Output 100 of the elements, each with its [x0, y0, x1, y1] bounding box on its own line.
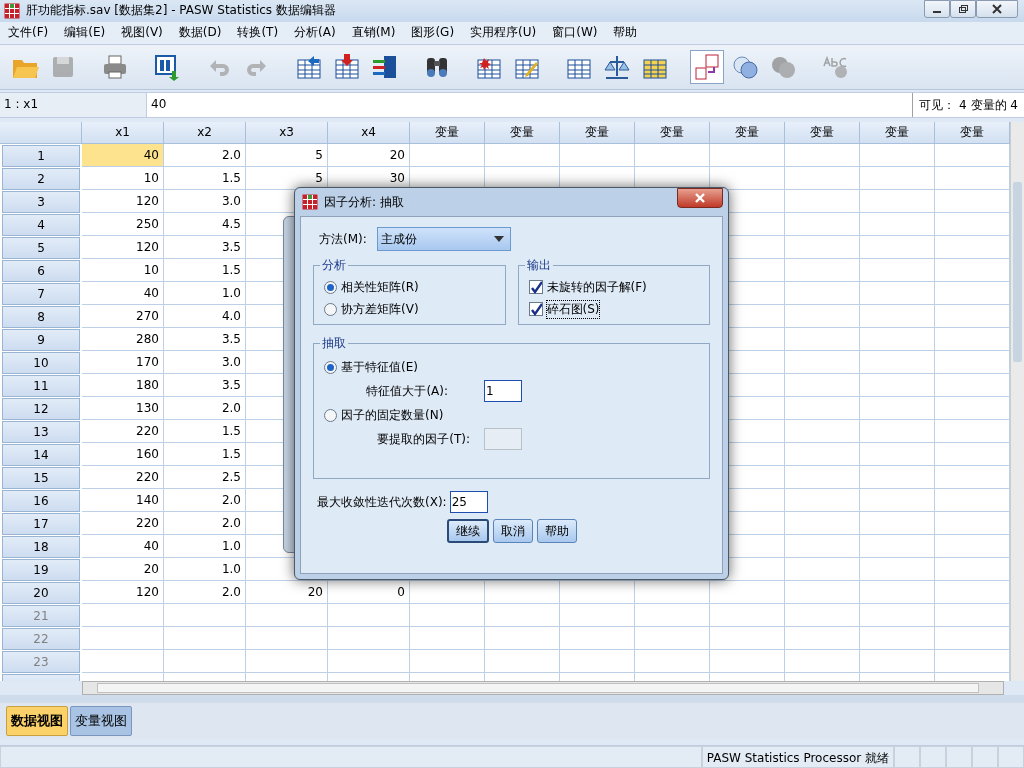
- restore-button[interactable]: [950, 0, 976, 18]
- row-header[interactable]: 15: [2, 466, 80, 489]
- column-header[interactable]: x3: [246, 121, 328, 144]
- table-cell: 3.5: [164, 327, 246, 351]
- minimize-icon: [933, 11, 941, 13]
- input-field[interactable]: 25: [449, 491, 488, 513]
- table-cell: 3.5: [164, 373, 246, 397]
- vertical-scrollbar[interactable]: [1010, 121, 1024, 682]
- row-header[interactable]: 16: [2, 489, 80, 512]
- table-cell: 160: [82, 442, 164, 466]
- row-header[interactable]: 1: [2, 144, 80, 167]
- app-grid-icon: [4, 2, 20, 19]
- row-header[interactable]: 11: [2, 374, 80, 397]
- column-header[interactable]: 变量: [635, 121, 710, 144]
- menu-item[interactable]: 文件(F): [0, 24, 57, 42]
- app-grid-icon: [302, 194, 318, 210]
- table-cell: 170: [82, 350, 164, 374]
- radio-button[interactable]: [324, 408, 337, 422]
- row-header[interactable]: 8: [2, 305, 80, 328]
- radio-label: 基于特征值(E): [341, 358, 418, 376]
- checkbox[interactable]: [528, 302, 543, 316]
- table-cell: 180: [82, 373, 164, 397]
- grid-down-arrow-icon: [332, 51, 362, 82]
- close-button[interactable]: [677, 188, 723, 208]
- checkbox[interactable]: [528, 280, 543, 294]
- table-cell: 3.0: [164, 350, 246, 374]
- row-header[interactable]: 10: [2, 351, 80, 374]
- table-cell: 2.5: [164, 465, 246, 489]
- table-cell: 5: [246, 143, 328, 167]
- row-header[interactable]: 18: [2, 535, 80, 558]
- table-cell: 1.5: [164, 442, 246, 466]
- column-header[interactable]: x2: [164, 121, 246, 144]
- menu-item[interactable]: 编辑(E): [56, 24, 114, 42]
- row-header[interactable]: 2: [2, 167, 80, 190]
- column-header[interactable]: 变量: [485, 121, 560, 144]
- menu-item[interactable]: 视图(V): [113, 24, 171, 42]
- close-icon: [992, 4, 1002, 14]
- menu-item[interactable]: 图形(G): [403, 24, 463, 42]
- menu-item[interactable]: 转换(T): [229, 24, 287, 42]
- radio-button[interactable]: [324, 360, 337, 374]
- column-header[interactable]: 变量: [785, 121, 860, 144]
- minimize-button[interactable]: [924, 0, 950, 18]
- column-header[interactable]: 变量: [935, 121, 1010, 144]
- row-header[interactable]: 12: [2, 397, 80, 420]
- row-header[interactable]: 5: [2, 236, 80, 259]
- horizontal-scrollbar[interactable]: [82, 681, 1004, 696]
- dialog-button[interactable]: 继续: [446, 519, 489, 543]
- column-header[interactable]: 变量: [710, 121, 785, 144]
- menu-item[interactable]: 分析(A): [286, 24, 344, 42]
- menu-item[interactable]: 数据(D): [170, 24, 230, 42]
- column-header[interactable]: 变量: [410, 121, 485, 144]
- dialog-button[interactable]: 取消: [492, 519, 533, 543]
- cell-reference: 1 : x1: [0, 92, 147, 117]
- column-header[interactable]: 变量: [860, 121, 935, 144]
- close-icon: [694, 193, 706, 203]
- menu-item[interactable]: 窗口(W): [544, 24, 606, 42]
- table-cell: 2.0: [164, 580, 246, 604]
- table-cell: 1.0: [164, 557, 246, 581]
- view-tab[interactable]: 数据视图: [6, 706, 68, 737]
- row-header[interactable]: 3: [2, 190, 80, 213]
- table-cell: 20: [328, 143, 410, 167]
- table-cell: 220: [82, 419, 164, 443]
- row-header[interactable]: 7: [2, 282, 80, 305]
- dialog-button[interactable]: 帮助: [536, 519, 577, 543]
- menu-item[interactable]: 实用程序(U): [462, 24, 545, 42]
- table-cell: 220: [82, 465, 164, 489]
- table-cell: 2.0: [164, 488, 246, 512]
- row-header[interactable]: 19: [2, 558, 80, 581]
- close-button[interactable]: [976, 0, 1018, 18]
- table-cell: 280: [82, 327, 164, 351]
- column-header[interactable]: x4: [328, 121, 410, 144]
- menu-item[interactable]: 帮助: [605, 24, 646, 42]
- row-header[interactable]: 14: [2, 443, 80, 466]
- visible-variables-count: 可见： 4 变量的 4: [912, 92, 1024, 117]
- table-cell: 120: [82, 189, 164, 213]
- row-header[interactable]: 4: [2, 213, 80, 236]
- view-tab[interactable]: 变量视图: [70, 706, 132, 737]
- caret-icon: [493, 236, 504, 242]
- input-field[interactable]: 1: [484, 380, 522, 402]
- column-header[interactable]: 变量: [560, 121, 635, 144]
- row-header[interactable]: 9: [2, 328, 80, 351]
- restore-icon: [958, 4, 968, 14]
- row-header[interactable]: 20: [2, 581, 80, 604]
- menu-item[interactable]: 直销(M): [343, 24, 404, 42]
- column-header[interactable]: x1: [82, 121, 164, 144]
- table-cell: 120: [82, 580, 164, 604]
- radio-label: 相关性矩阵(R): [341, 278, 419, 296]
- row-header[interactable]: 6: [2, 259, 80, 282]
- letter-number-icon: [692, 51, 722, 82]
- table-cell: 2.0: [164, 396, 246, 420]
- table-cell: 4.5: [164, 212, 246, 236]
- table-cell: 250: [82, 212, 164, 236]
- table-cell: 140: [82, 488, 164, 512]
- row-header[interactable]: 17: [2, 512, 80, 535]
- row-header[interactable]: 13: [2, 420, 80, 443]
- window-title: 肝功能指标.sav [数据集2] - PASW Statistics 数据编辑器: [26, 2, 336, 20]
- radio-button[interactable]: [324, 280, 337, 294]
- method-dropdown[interactable]: 主成份: [376, 227, 511, 251]
- radio-button[interactable]: [324, 302, 337, 316]
- cell-editor-field[interactable]: 40: [147, 92, 913, 117]
